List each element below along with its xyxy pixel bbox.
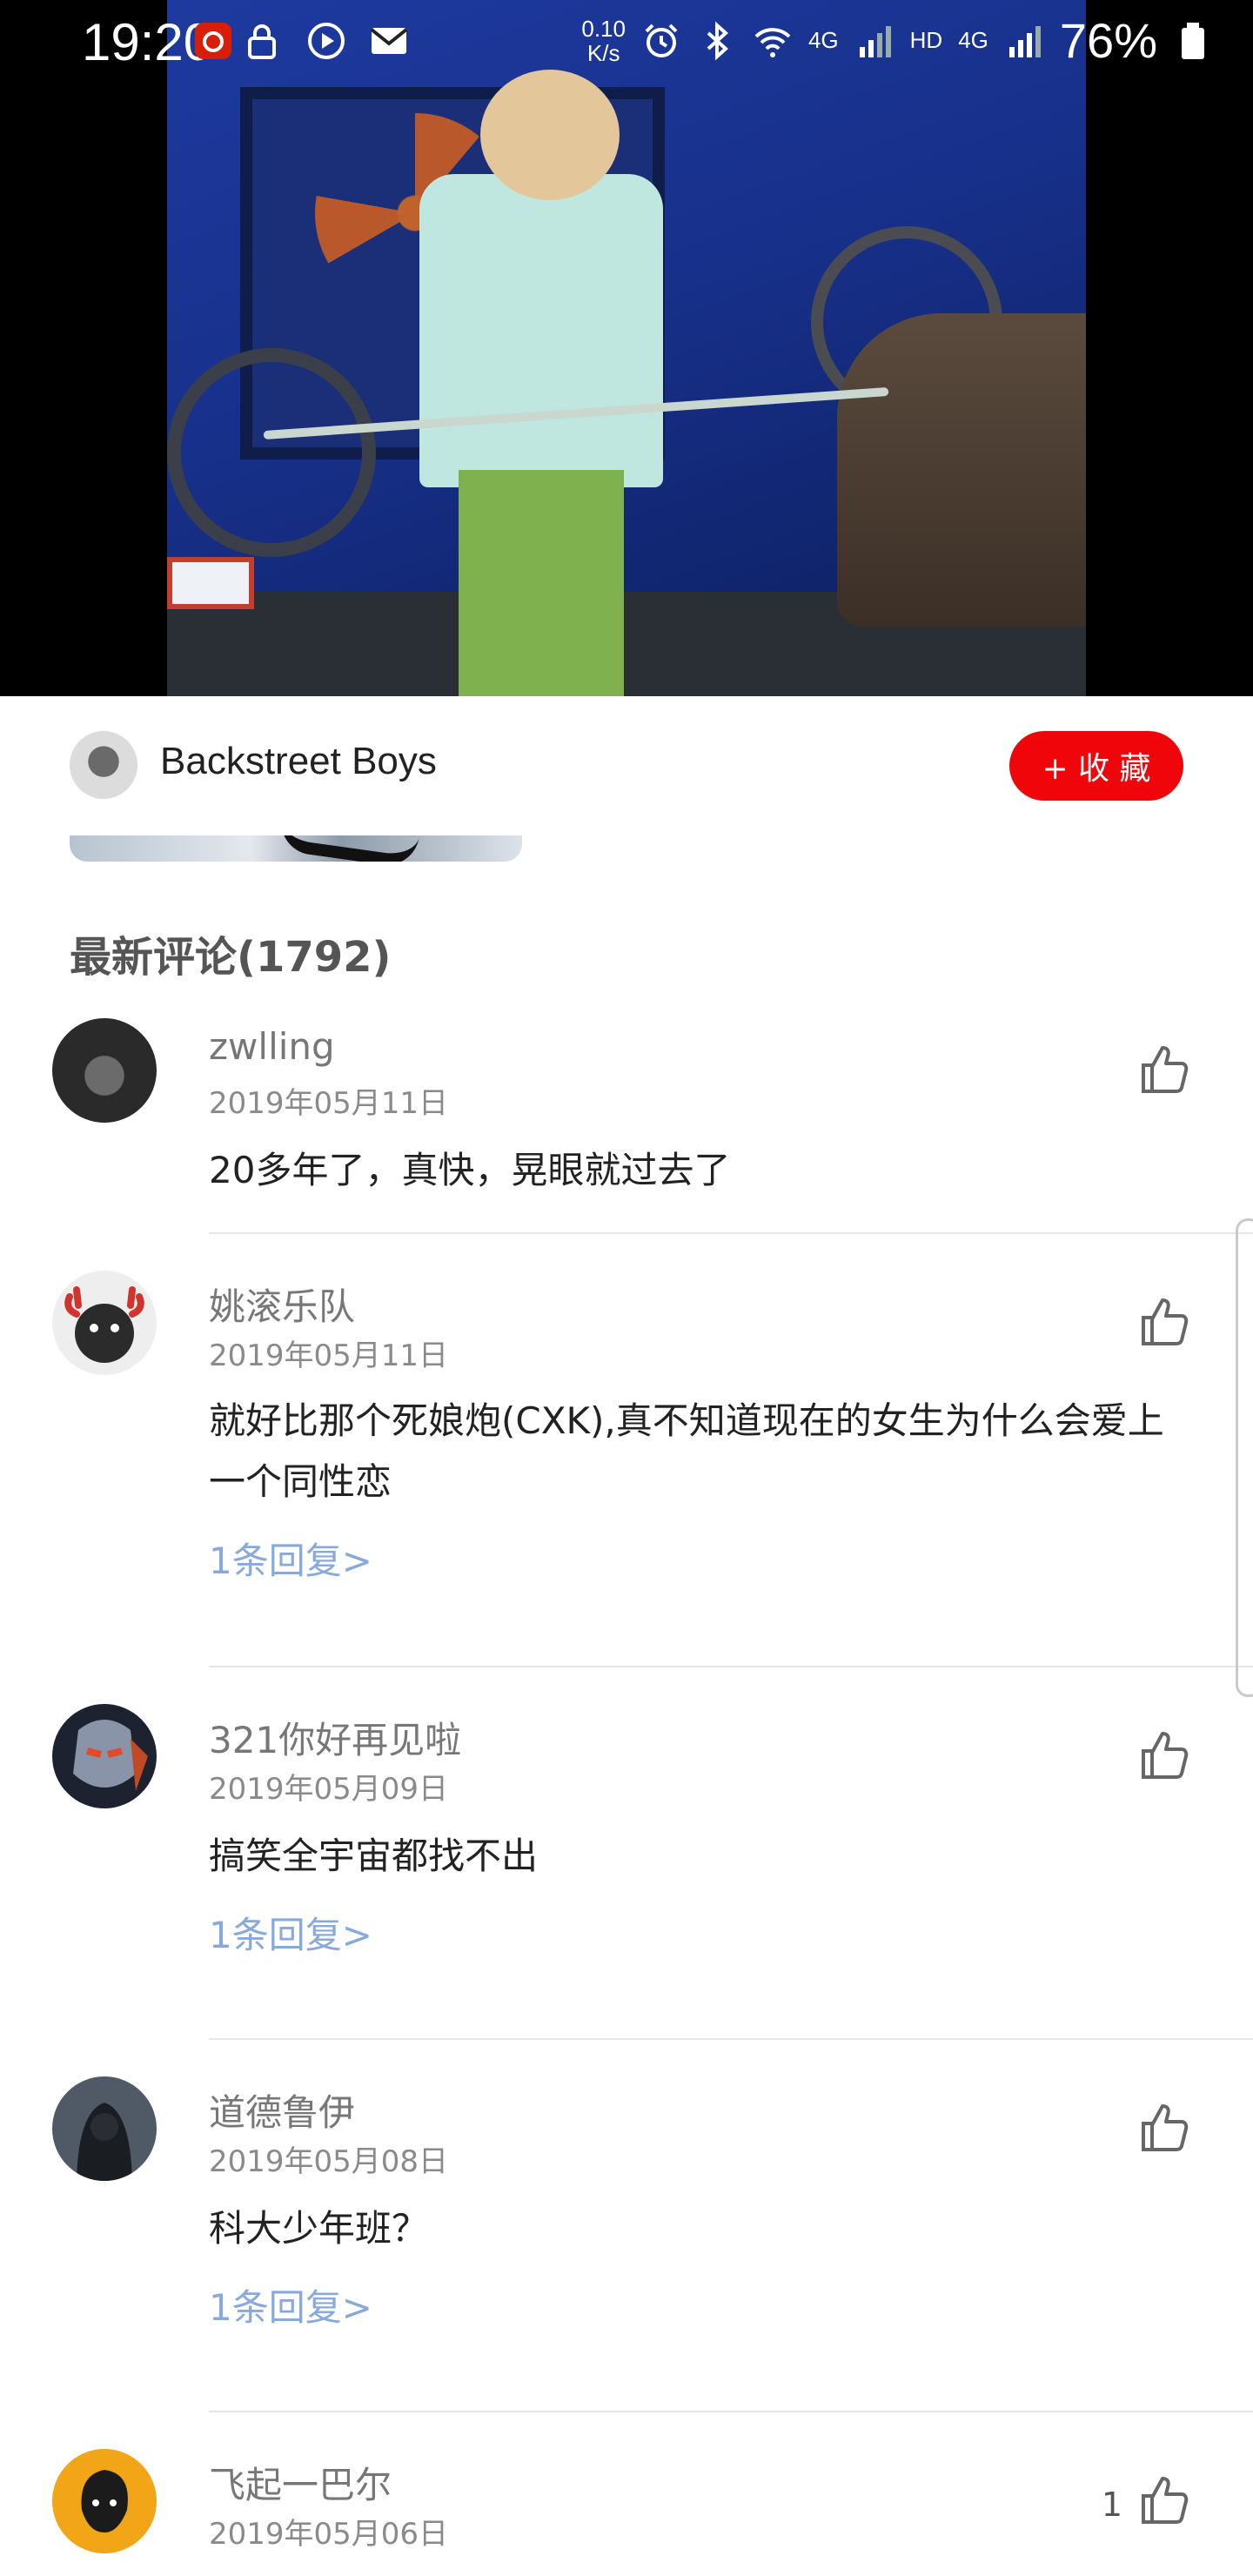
comment-text: 就好比那个死娘炮(CXK),真不知道现在的女生为什么会爱上一个同性恋 <box>209 1399 1164 1503</box>
netease-music-icon <box>195 23 231 59</box>
alarm-icon <box>645 23 678 57</box>
video-sign <box>167 557 254 609</box>
video-frame <box>167 0 1086 696</box>
comment-divider <box>209 2411 1253 2412</box>
video-wheel-left <box>167 348 376 557</box>
comment-username[interactable]: 飞起一巴尔 <box>209 2456 392 2509</box>
network-4g-label-2: 4G <box>958 27 988 53</box>
comment-avatar[interactable] <box>52 2449 157 2553</box>
comment-reply-link[interactable]: 1条回复> <box>209 2278 372 2331</box>
video-performer-legs <box>459 470 624 696</box>
thumbs-up-icon[interactable] <box>1136 1041 1192 1097</box>
lock-icon <box>248 24 276 59</box>
status-right-group: 0.10 K/s 4G HD 4G 76% <box>581 12 1213 69</box>
comment-username[interactable]: zwlling <box>209 1025 335 1068</box>
signal-icon-2 <box>1008 25 1041 57</box>
wifi-icon <box>754 27 791 57</box>
artist-bar: Backstreet Boys + 收 藏 <box>0 696 1253 835</box>
comment-reply-link[interactable]: 1条回复> <box>209 1532 372 1585</box>
video-car <box>837 313 1086 627</box>
artist-avatar[interactable] <box>70 731 137 799</box>
comment-avatar[interactable] <box>52 1704 157 1808</box>
comment-date: 2019年05月06日 <box>209 2517 449 2552</box>
network-speed-value: 0.10 <box>581 15 626 42</box>
video-performer-body <box>419 174 663 487</box>
album-cover-thumbnail[interactable] <box>70 835 522 862</box>
battery-icon <box>1182 22 1204 59</box>
network-4g-label-1: 4G <box>807 27 839 53</box>
comment-divider <box>209 1232 1253 1234</box>
scrollbar-thumb[interactable] <box>1236 1218 1253 1697</box>
comment-text: 搞笑全宇宙都找不出 <box>209 1835 539 1877</box>
comment-avatar[interactable] <box>52 2076 157 2181</box>
thumbs-up-icon[interactable] <box>1136 1293 1192 1349</box>
comment-divider <box>209 1666 1253 1667</box>
comment-date: 2019年05月09日 <box>209 1772 449 1807</box>
video-performer-head <box>480 70 620 200</box>
status-bar: 19:20 0.10 K/s 4G HD 4G 76% <box>0 0 1253 84</box>
comments-section-title: 最新评论(1792) <box>70 933 392 982</box>
bluetooth-icon <box>707 21 728 60</box>
network-hd-label: HD <box>909 27 943 53</box>
play-circle-icon <box>308 23 345 59</box>
comment-divider <box>209 2038 1253 2040</box>
comment-username[interactable]: 道德鲁伊 <box>209 2083 355 2137</box>
comment-text: 20多年了，真快，晃眼就过去了 <box>209 1149 731 1191</box>
battery-percent: 76% <box>1059 13 1157 68</box>
follow-button[interactable]: + 收 藏 <box>1009 731 1183 801</box>
comment-avatar[interactable] <box>52 1271 157 1375</box>
comment-avatar[interactable] <box>52 1018 157 1123</box>
thumbs-up-icon[interactable] <box>1136 2099 1192 2155</box>
comment-text: 科大少年班？ <box>209 2207 429 2250</box>
thumbs-up-icon[interactable] <box>1136 1727 1192 1782</box>
signal-icon <box>859 25 891 57</box>
video-player[interactable] <box>0 0 1253 696</box>
mail-icon <box>370 28 408 54</box>
network-speed: 0.10 K/s <box>581 17 626 65</box>
network-speed-unit: K/s <box>586 39 620 66</box>
comment-date: 2019年05月11日 <box>209 1086 449 1121</box>
like-count: 1 <box>1101 2485 1122 2524</box>
comment-date: 2019年05月08日 <box>209 2144 449 2179</box>
comment-date: 2019年05月11日 <box>209 1338 449 1373</box>
thumbs-up-icon[interactable] <box>1136 2472 1192 2527</box>
comment-reply-link[interactable]: 1条回复> <box>209 1906 372 1959</box>
comment-username[interactable]: 姚滚乐队 <box>209 1278 355 1331</box>
artist-name[interactable]: Backstreet Boys <box>160 740 437 783</box>
comment-username[interactable]: 321你好再见啦 <box>209 1711 461 1764</box>
